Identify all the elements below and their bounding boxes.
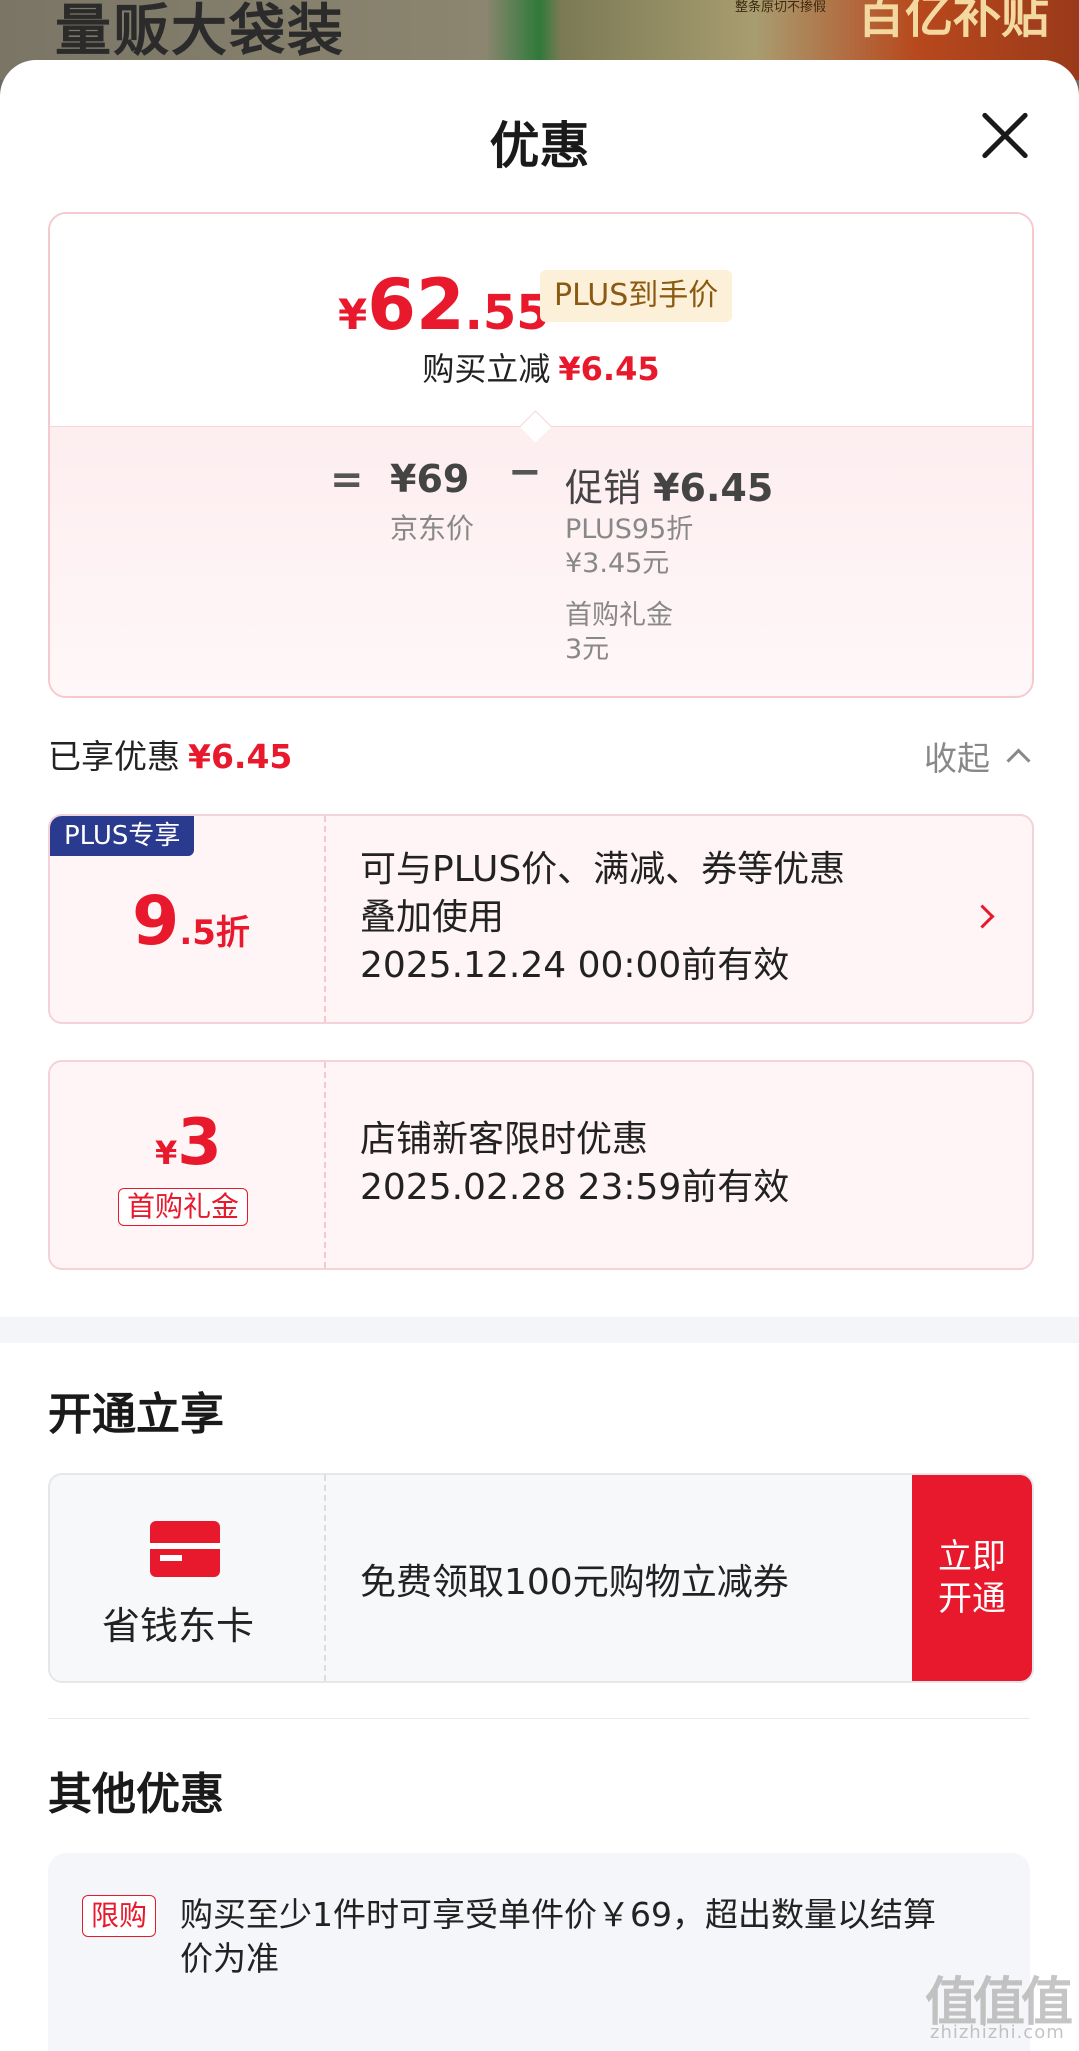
open-section-title: 开通立享 xyxy=(48,1389,224,1440)
other-section-title: 其他优惠 xyxy=(48,1769,224,1820)
open-now-button[interactable]: 立即开通 xyxy=(912,1475,1032,1681)
coupon-divider xyxy=(324,1062,326,1268)
collapse-button[interactable]: 收起 xyxy=(924,732,990,780)
limit-text: 购买至少1件时可享受单件价￥69，超出数量以结算价为准 xyxy=(180,1895,936,1978)
limit-tag: 限购 xyxy=(82,1895,157,1937)
watermark-url: zhizhizhi.com xyxy=(930,2022,1065,2043)
credit-card-icon xyxy=(150,1521,220,1577)
discount-big: 9 xyxy=(132,882,180,961)
promo-total: 促销 ¥6.45 xyxy=(565,457,773,512)
gift-value: 3 xyxy=(177,1106,222,1180)
sheet-title: 优惠 xyxy=(489,117,590,175)
price-summary-top: ¥62.55 PLUS到手价 购买立减 ¥6.45 xyxy=(50,214,1032,426)
chevron-up-icon[interactable] xyxy=(1006,748,1031,773)
discount-small: .5折 xyxy=(179,913,250,953)
price-integer: 62 xyxy=(367,264,465,346)
promo-item-plus95-amount: ¥3.45元 xyxy=(565,548,670,579)
first-purchase-tag: 首购礼金 xyxy=(118,1188,249,1226)
currency-symbol: ¥ xyxy=(338,290,368,339)
coupon-validity: 2025.12.24 00:00前有效 xyxy=(360,945,790,986)
final-price: ¥62.55 xyxy=(338,264,550,346)
jd-price-label: 京东价 xyxy=(390,512,475,545)
section-gap xyxy=(0,1317,1079,1343)
coupon-desc-line2: 叠加使用 xyxy=(360,897,505,938)
enjoyed-discount: 已享优惠 ¥6.45 xyxy=(48,730,292,778)
discount-value: 9.5折 xyxy=(132,882,250,961)
open-now-label: 立即开通 xyxy=(938,1537,1006,1619)
coupon-divider xyxy=(324,816,326,1022)
discount-bottom-sheet: 优惠 ¥62.55 PLUS到手价 购买立减 ¥6.45 = ¥69 京东价 − … xyxy=(0,60,1079,2051)
card-description: 免费领取100元购物立减券 xyxy=(360,1562,789,1603)
promo-item-plus95: PLUS95折 xyxy=(565,514,694,545)
minus-sign: − xyxy=(508,449,542,495)
bg-mid-text: 整条原切不掺假 xyxy=(735,0,827,15)
divider-line xyxy=(48,1718,1030,1719)
gift-amount: ¥3 xyxy=(155,1106,222,1180)
reduce-line: 购买立减 ¥6.45 xyxy=(50,344,1032,390)
price-summary-card: ¥62.55 PLUS到手价 购买立减 ¥6.45 = ¥69 京东价 − 促销 … xyxy=(48,212,1034,698)
close-icon[interactable] xyxy=(978,108,1032,162)
price-decimal: .55 xyxy=(464,285,550,341)
gift-currency: ¥ xyxy=(155,1134,178,1172)
promo-item-first-gift-amount: 3元 xyxy=(565,634,610,665)
reduce-amount: ¥6.45 xyxy=(558,350,660,388)
card-name: 省钱东卡 xyxy=(102,1604,255,1648)
enjoyed-amount: ¥6.45 xyxy=(188,737,293,776)
enjoyed-label: 已享优惠 xyxy=(48,737,180,776)
plus-discount-coupon[interactable]: PLUS专享 9.5折 可与PLUS价、满减、券等优惠 叠加使用 2025.12… xyxy=(48,814,1034,1024)
bg-left-text: 量贩大袋装 xyxy=(55,0,345,64)
equals-sign: = xyxy=(330,457,364,503)
promo-item-first-gift: 首购礼金 xyxy=(565,600,673,631)
jd-price: ¥69 xyxy=(390,457,470,501)
promo-label: 促销 xyxy=(565,466,642,510)
savings-card-offer: 省钱东卡 免费领取100元购物立减券 立即开通 xyxy=(48,1473,1034,1683)
promo-amount: ¥6.45 xyxy=(653,466,774,510)
coupon-desc-line1: 可与PLUS价、满减、券等优惠 xyxy=(360,849,846,890)
purchase-limit-card: 限购 购买至少1件时可享受单件价￥69，超出数量以结算价为准 xyxy=(48,1853,1030,2051)
coupon-desc-line1: 店铺新客限时优惠 xyxy=(360,1119,649,1160)
bg-right-text: 百亿补贴 xyxy=(856,0,1049,44)
reduce-label: 购买立减 xyxy=(422,350,551,388)
chevron-right-icon[interactable] xyxy=(970,904,995,929)
first-purchase-coupon: ¥3 首购礼金 店铺新客限时优惠 2025.02.28 23:59前有效 xyxy=(48,1060,1034,1270)
card-divider xyxy=(324,1475,326,1681)
coupon-validity: 2025.02.28 23:59前有效 xyxy=(360,1167,790,1208)
plus-exclusive-tag: PLUS专享 xyxy=(50,816,195,856)
plus-price-badge: PLUS到手价 xyxy=(540,270,733,322)
price-breakdown: = ¥69 京东价 − 促销 ¥6.45 PLUS95折 ¥3.45元 首购礼金… xyxy=(50,426,1032,696)
